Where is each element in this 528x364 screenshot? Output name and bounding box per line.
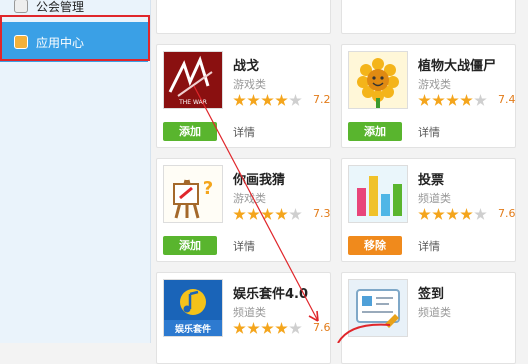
star-icon: [418, 208, 431, 220]
app-card: 添加 详情: [341, 0, 516, 34]
star-icon: [446, 94, 459, 106]
app-name: 战戈: [233, 59, 260, 74]
star-icon: [289, 94, 302, 106]
rating-stars: [233, 94, 303, 107]
rating-stars: [418, 208, 488, 221]
sidebar-item-guild-management[interactable]: 公会管理: [0, 0, 148, 20]
app-score: 7.6: [313, 321, 331, 334]
app-name: 投票: [418, 173, 445, 188]
app-center-icon: [14, 35, 28, 49]
app-thumbnail[interactable]: THE WAR: [163, 51, 223, 109]
star-icon: [261, 322, 274, 334]
star-icon: [289, 208, 302, 220]
add-button[interactable]: 添加: [163, 236, 217, 255]
checkin-card-icon: [349, 280, 407, 336]
war-logo-icon: THE WAR: [164, 52, 222, 108]
star-icon: [432, 94, 445, 106]
app-score: 7.3: [313, 207, 331, 220]
app-name: 植物大战僵尸: [418, 59, 497, 74]
star-icon: [261, 208, 274, 220]
star-icon: [275, 208, 288, 220]
app-card: 娱乐套件 娱乐套件4.0 频道类 7.6: [156, 272, 331, 364]
star-icon: [289, 322, 302, 334]
star-icon: [474, 208, 487, 220]
app-card: 投票 频道类 7.6 移除 详情: [341, 158, 516, 262]
sunflower-icon: [349, 52, 407, 108]
star-icon: [233, 94, 246, 106]
app-thumbnail[interactable]: 娱乐套件: [163, 279, 223, 337]
star-icon: [474, 94, 487, 106]
sidebar-item-app-center[interactable]: 应用中心: [0, 22, 148, 62]
guild-icon: [14, 0, 28, 13]
bar-chart-icon: [349, 166, 407, 222]
star-icon: [247, 94, 260, 106]
app-name: 签到: [418, 287, 445, 302]
thumb-caption: 娱乐套件: [175, 323, 211, 335]
app-score: 7.2: [313, 93, 331, 106]
rating-stars: [233, 208, 303, 221]
app-card: 签到 频道类: [341, 272, 516, 364]
star-icon: [418, 94, 431, 106]
app-thumbnail[interactable]: [348, 165, 408, 223]
remove-button[interactable]: 移除: [348, 236, 402, 255]
app-thumbnail[interactable]: ?: [163, 165, 223, 223]
easel-icon: ?: [164, 166, 222, 222]
detail-link[interactable]: 详情: [233, 238, 255, 254]
app-thumbnail[interactable]: [348, 51, 408, 109]
app-category: 频道类: [418, 306, 451, 319]
detail-link[interactable]: 详情: [233, 124, 255, 140]
app-grid: 添加 详情 添加 详情 THE WAR 战戈 游戏类 7.2 添加 详情: [151, 0, 528, 364]
add-button[interactable]: 添加: [348, 122, 402, 141]
star-icon: [247, 322, 260, 334]
star-icon: [460, 208, 473, 220]
star-icon: [446, 208, 459, 220]
star-icon: [275, 94, 288, 106]
app-category: 频道类: [233, 306, 266, 319]
app-category: 游戏类: [233, 78, 266, 91]
app-category: 频道类: [418, 192, 451, 205]
app-thumbnail[interactable]: [348, 279, 408, 337]
sidebar-item-label: 公会管理: [36, 0, 85, 14]
star-icon: [233, 322, 246, 334]
star-icon: [275, 322, 288, 334]
app-card: THE WAR 战戈 游戏类 7.2 添加 详情: [156, 44, 331, 148]
thumb-caption: THE WAR: [178, 99, 207, 106]
app-category: 游戏类: [233, 192, 266, 205]
star-icon: [261, 94, 274, 106]
detail-link[interactable]: 详情: [418, 238, 440, 254]
star-icon: [460, 94, 473, 106]
app-score: 7.6: [498, 207, 516, 220]
rating-stars: [233, 322, 303, 335]
detail-link[interactable]: 详情: [418, 124, 440, 140]
app-card: 植物大战僵尸 游戏类 7.4 添加 详情: [341, 44, 516, 148]
app-name: 你画我猜: [233, 173, 286, 188]
star-icon: [233, 208, 246, 220]
music-note-icon: 娱乐套件: [164, 280, 222, 336]
star-icon: [247, 208, 260, 220]
app-card: ? 你画我猜 游戏类 7.3 添加 详情: [156, 158, 331, 262]
sidebar: 公会管理 应用中心: [0, 0, 151, 343]
app-category: 游戏类: [418, 78, 451, 91]
star-icon: [432, 208, 445, 220]
rating-stars: [418, 94, 488, 107]
app-name: 娱乐套件4.0: [233, 287, 309, 302]
sidebar-item-label: 应用中心: [36, 35, 85, 50]
svg-text:?: ?: [203, 178, 213, 199]
app-score: 7.4: [498, 93, 516, 106]
add-button[interactable]: 添加: [163, 122, 217, 141]
app-card: 添加 详情: [156, 0, 331, 34]
